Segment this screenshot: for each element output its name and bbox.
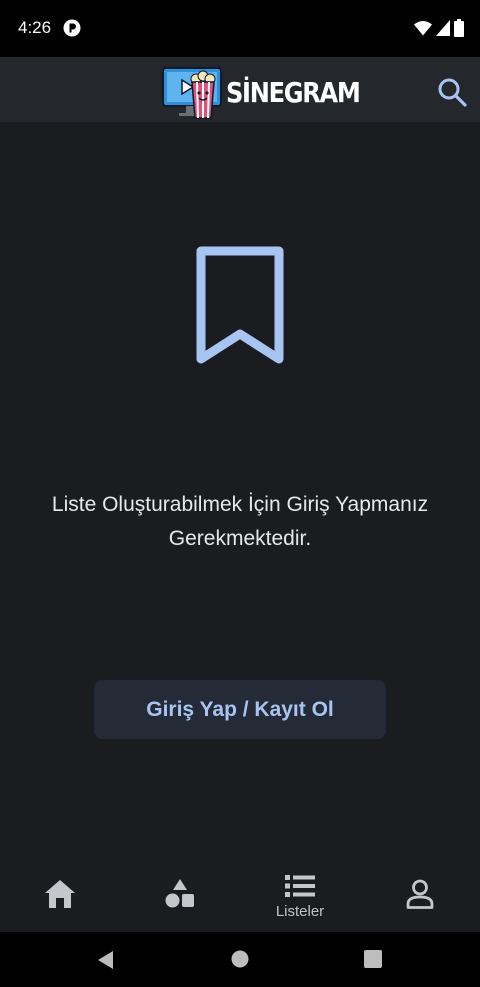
login-required-message: Liste Oluşturabilmek İçin Giriş Yapmanız… <box>51 493 429 550</box>
nav-item-lists[interactable]: Listeler <box>240 858 360 932</box>
bottom-navigation: Listeler <box>0 858 480 932</box>
system-navigation-bar <box>0 932 480 987</box>
app-logo: SİNEGRAM <box>162 65 381 119</box>
list-icon <box>285 875 315 897</box>
profile-icon <box>406 879 434 909</box>
nav-item-profile[interactable] <box>360 858 480 932</box>
status-time: 4:26 <box>18 18 52 37</box>
nav-item-home[interactable] <box>0 858 120 932</box>
signal-icon <box>436 20 450 36</box>
login-register-button[interactable]: Giriş Yap / Kayıt Ol <box>94 680 386 739</box>
recents-icon[interactable] <box>364 950 382 968</box>
bookmark-icon <box>196 246 284 364</box>
logo-text: SİNEGRAM <box>226 75 361 109</box>
wifi-icon <box>414 21 432 36</box>
home-circle-icon[interactable] <box>231 950 249 968</box>
nav-label-lists: Listeler <box>275 903 325 920</box>
search-icon[interactable] <box>436 76 468 108</box>
status-icons <box>414 19 464 37</box>
notification-icon <box>63 19 81 37</box>
back-icon[interactable] <box>96 950 116 970</box>
status-bar: 4:26 <box>0 0 480 57</box>
nav-item-categories[interactable] <box>120 858 240 932</box>
battery-icon <box>454 19 464 37</box>
home-icon <box>45 880 75 908</box>
logo-monitor-popcorn-icon <box>162 67 222 119</box>
app-bar: SİNEGRAM <box>0 57 480 122</box>
categories-icon <box>165 879 194 908</box>
